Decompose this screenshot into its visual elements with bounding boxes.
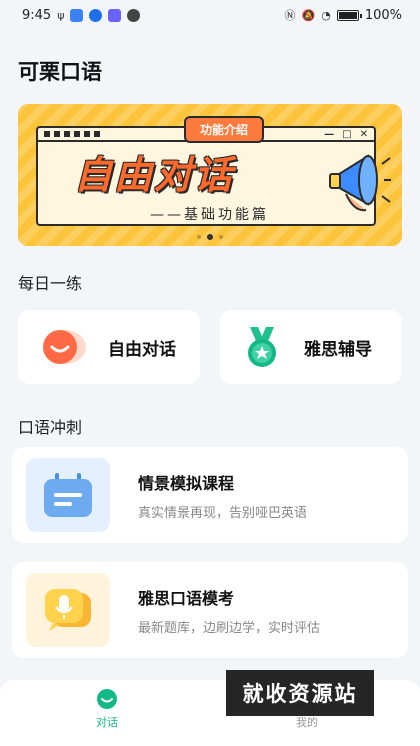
banner-headline: 自由对话 xyxy=(74,153,235,197)
chat-smile-icon xyxy=(97,689,117,709)
ielts-mock-thumb xyxy=(26,573,110,647)
feature-banner[interactable]: — □ ✕ 功能介绍 自由对话 ——基础功能篇 xyxy=(18,104,402,246)
watermark-overlay: 就收资源站 xyxy=(226,670,374,716)
banner-subtitle: ——基础功能篇 xyxy=(150,207,269,223)
tab-profile-label: 我的 xyxy=(296,716,318,729)
medal-icon xyxy=(248,327,276,367)
cloud-app-icon xyxy=(89,8,103,22)
daily-practice-heading: 每日一练 xyxy=(18,274,83,293)
status-time: 9:45 xyxy=(22,7,52,23)
usb-icon: ψ xyxy=(57,8,65,22)
wifi-icon: ◔ xyxy=(321,8,331,22)
mute-icon: 🔕 xyxy=(301,8,316,22)
wechat-icon xyxy=(127,8,141,22)
shield-app-icon xyxy=(70,8,84,22)
calendar-icon xyxy=(44,473,92,517)
scenario-course-desc: 真实情景再现，告别哑巴英语 xyxy=(138,505,308,521)
chat-app-icon xyxy=(108,8,122,22)
banner-pagination[interactable] xyxy=(197,234,223,240)
ielts-tutor-label: 雅思辅导 xyxy=(304,339,372,360)
scenario-course-card[interactable]: 情景模拟课程 真实情景再现，告别哑巴英语 xyxy=(12,447,408,543)
free-talk-label: 自由对话 xyxy=(108,339,176,360)
megaphone-icon xyxy=(329,154,391,212)
ielts-mock-desc: 最新题库，边刷边学，实时评估 xyxy=(138,620,321,636)
tab-chat-label: 对话 xyxy=(96,716,118,729)
battery-percent: 100% xyxy=(364,7,402,23)
battery-icon xyxy=(336,9,362,21)
page-title: 可栗口语 xyxy=(18,60,102,84)
nfc-icon: Ⓝ xyxy=(284,9,296,22)
status-bar: 9:45 ψ Ⓝ 🔕 ◔ 100% xyxy=(0,0,420,30)
ielts-mock-title: 雅思口语模考 xyxy=(138,588,235,608)
tab-chat[interactable]: 对话 xyxy=(96,688,118,730)
ielts-mock-card[interactable]: 雅思口语模考 最新题库，边刷边学，实时评估 xyxy=(12,562,408,658)
scenario-course-title: 情景模拟课程 xyxy=(138,473,235,493)
speaking-sprint-heading: 口语冲刺 xyxy=(18,418,83,437)
ielts-tutor-card[interactable]: 雅思辅导 xyxy=(220,310,402,384)
smile-icon xyxy=(43,330,86,364)
window-controls-icon: — □ ✕ xyxy=(324,128,368,140)
microphone-chat-icon xyxy=(45,589,91,631)
scenario-course-thumb xyxy=(26,458,110,532)
banner-tag: 功能介绍 xyxy=(184,116,265,143)
free-talk-card[interactable]: 自由对话 xyxy=(18,310,200,384)
